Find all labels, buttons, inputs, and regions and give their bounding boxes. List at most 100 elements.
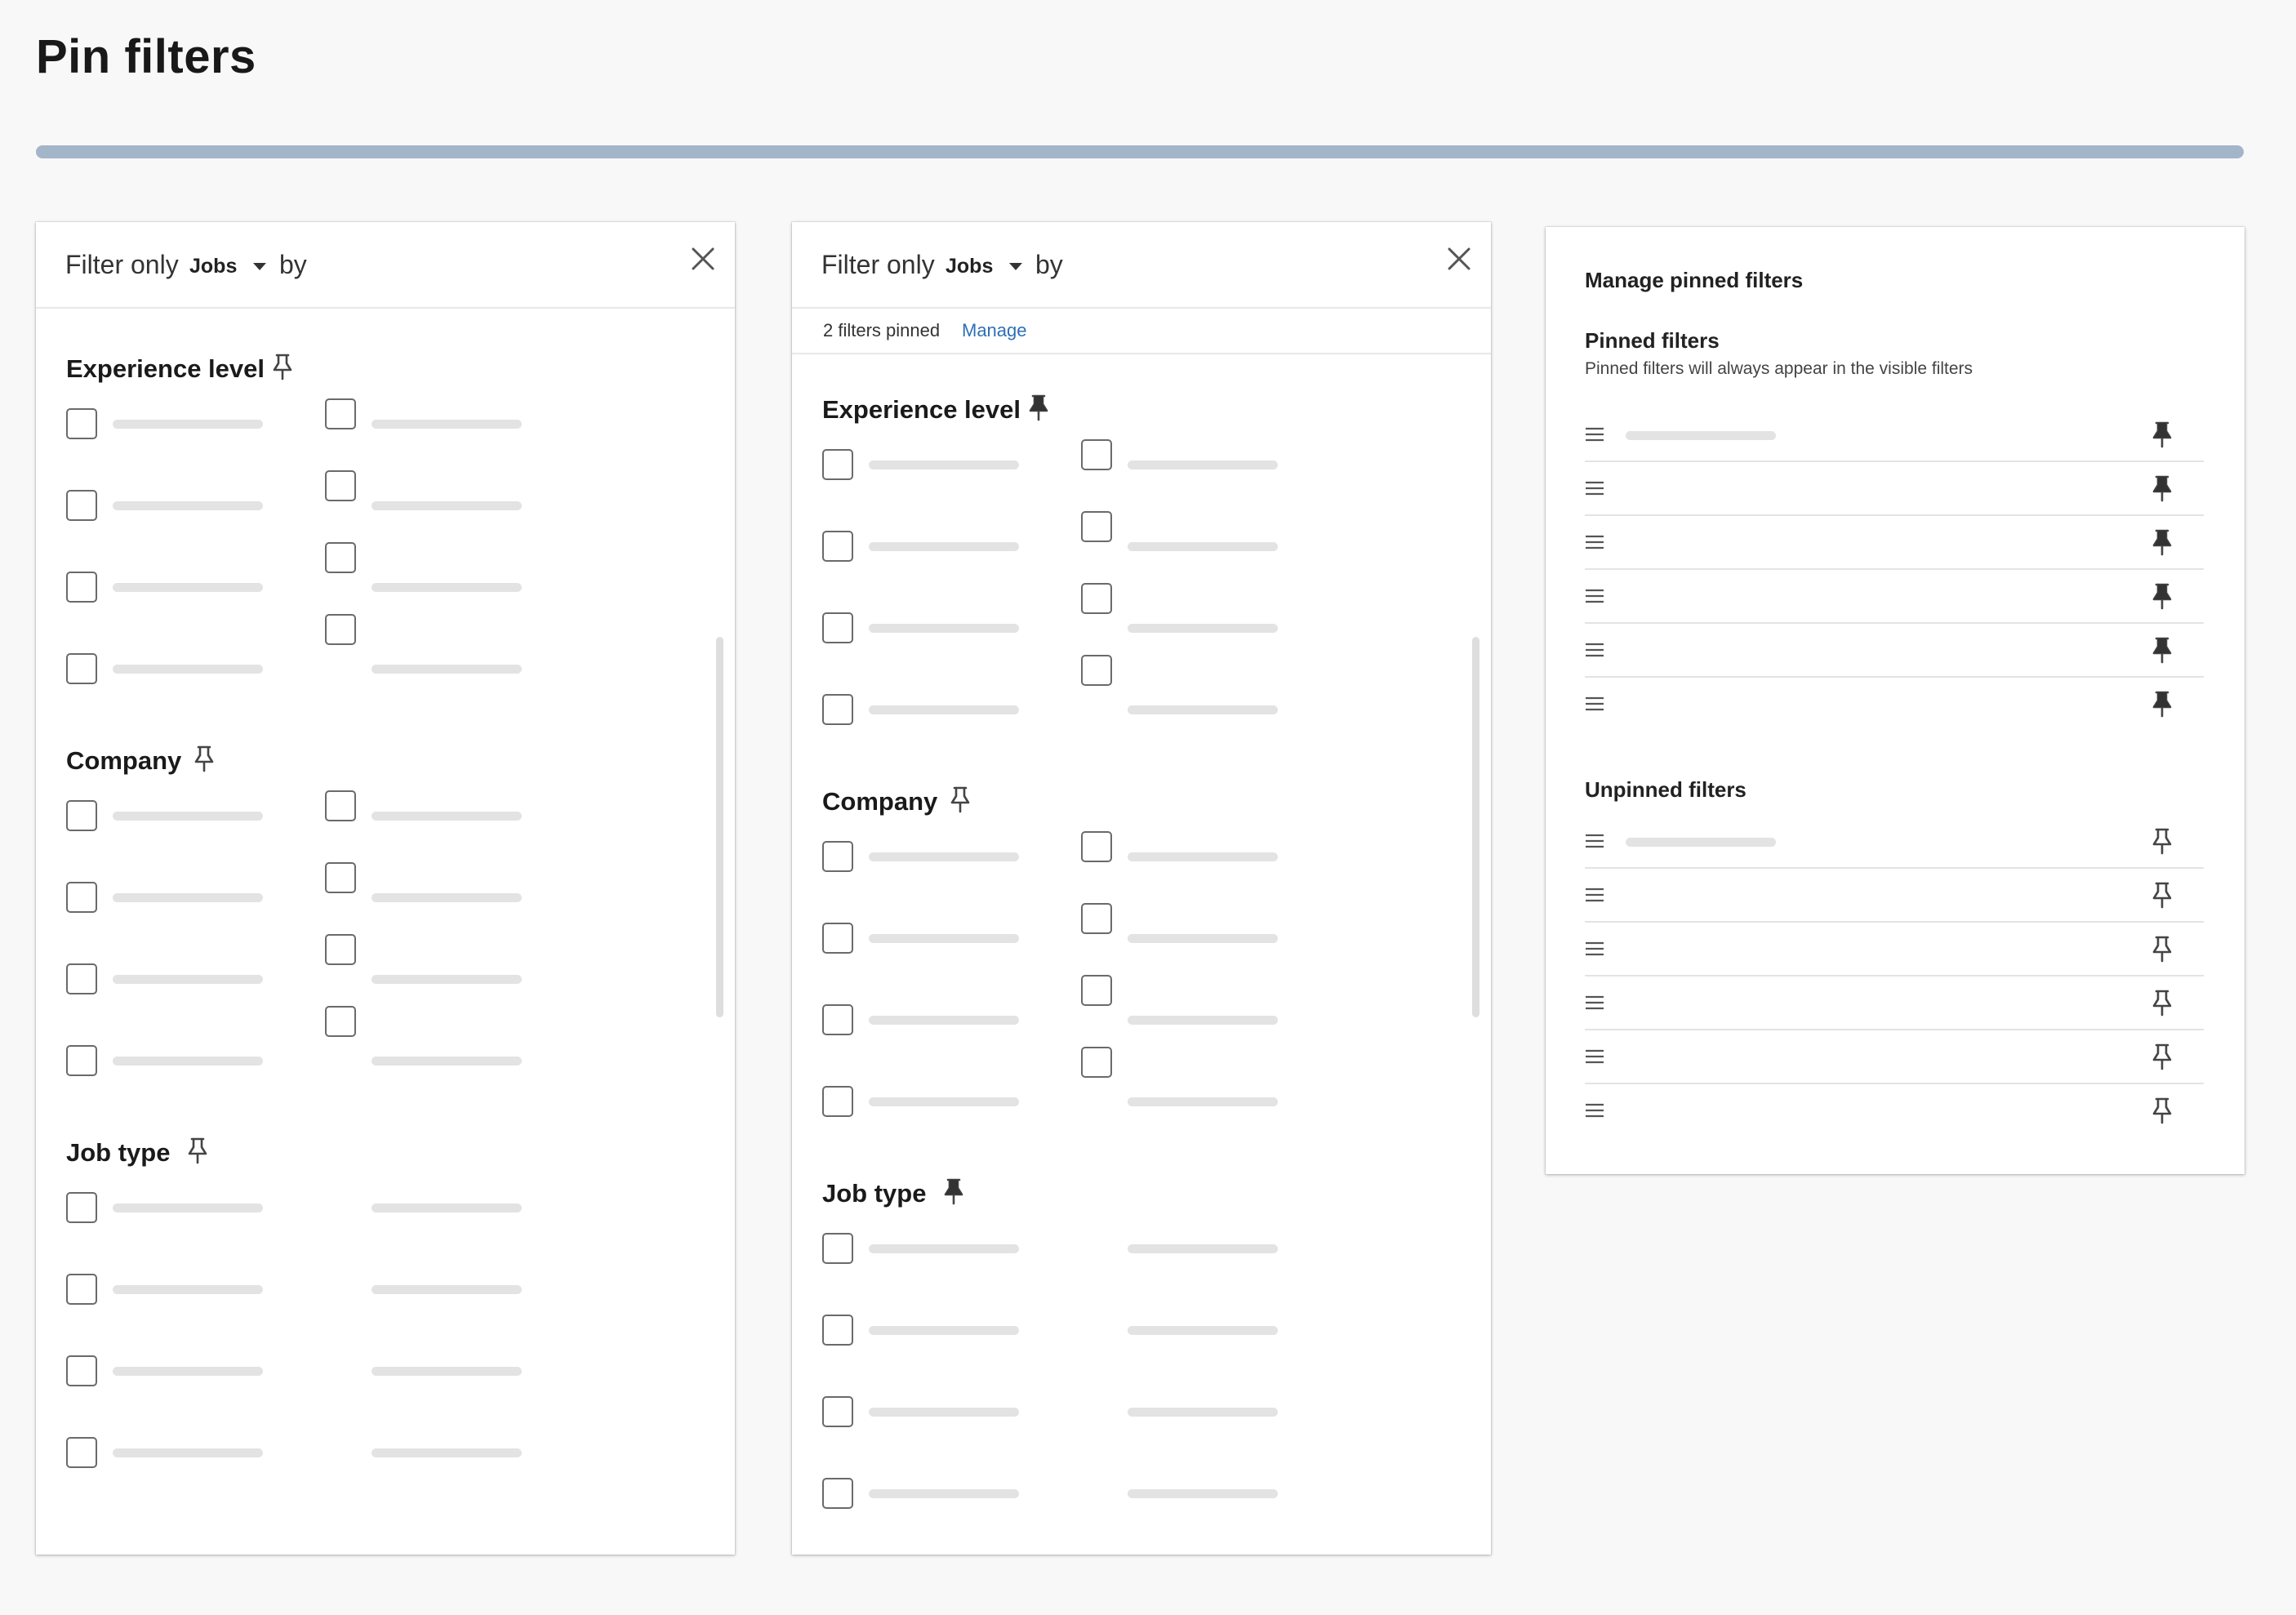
filter-name-placeholder — [1626, 431, 1776, 440]
filter-checkbox[interactable] — [822, 1478, 853, 1509]
drag-handle-icon[interactable] — [1585, 833, 1604, 849]
pin-outline-icon[interactable] — [2150, 934, 2174, 963]
filter-checkbox[interactable] — [822, 923, 853, 954]
unpinned-filter-row[interactable] — [1585, 1084, 2204, 1138]
filter-name-placeholder — [1626, 838, 1776, 847]
option-label-placeholder — [869, 1408, 1019, 1417]
pinned-filter-row[interactable] — [1585, 462, 2204, 516]
pin-filled-icon[interactable] — [2150, 527, 2174, 557]
drag-handle-icon[interactable] — [1585, 941, 1604, 957]
drag-handle-icon[interactable] — [1585, 696, 1604, 712]
pin-filled-icon[interactable] — [1026, 394, 1051, 421]
option-label-placeholder — [869, 1326, 1019, 1335]
pin-outline-icon[interactable] — [2150, 1096, 2174, 1125]
unpinned-filter-row[interactable] — [1585, 923, 2204, 977]
filter-checkbox[interactable] — [325, 398, 356, 429]
filter-checkbox[interactable] — [66, 1437, 97, 1468]
drag-handle-icon[interactable] — [1585, 642, 1604, 658]
filter-checkbox[interactable] — [66, 1192, 97, 1223]
drag-handle-icon[interactable] — [1585, 887, 1604, 903]
pin-filled-icon[interactable] — [941, 1177, 966, 1205]
filter-checkbox[interactable] — [325, 1006, 356, 1037]
close-icon[interactable] — [689, 245, 717, 273]
scrollbar-thumb[interactable] — [716, 637, 723, 1017]
section-title: Job type — [822, 1179, 927, 1208]
filter-checkbox[interactable] — [822, 1315, 853, 1346]
filter-checkbox[interactable] — [1081, 831, 1112, 862]
filter-checkbox[interactable] — [66, 1045, 97, 1076]
unpinned-filter-row[interactable] — [1585, 815, 2204, 869]
drag-handle-icon[interactable] — [1585, 534, 1604, 550]
pin-outline-icon[interactable] — [2150, 1042, 2174, 1071]
pin-filled-icon[interactable] — [2150, 689, 2174, 719]
pin-outline-icon[interactable] — [185, 1137, 210, 1164]
drag-handle-icon[interactable] — [1585, 588, 1604, 604]
filter-checkbox[interactable] — [822, 1004, 853, 1035]
filter-checkbox[interactable] — [1081, 1047, 1112, 1078]
filter-checkbox[interactable] — [66, 572, 97, 603]
unpinned-filter-row[interactable] — [1585, 869, 2204, 923]
pin-outline-icon[interactable] — [2150, 826, 2174, 856]
drag-handle-icon[interactable] — [1585, 426, 1604, 443]
pinned-filter-row[interactable] — [1585, 678, 2204, 732]
filter-checkbox[interactable] — [822, 449, 853, 480]
filter-checkbox[interactable] — [66, 408, 97, 439]
pinned-filter-row[interactable] — [1585, 516, 2204, 570]
filter-checkbox[interactable] — [1081, 975, 1112, 1006]
filter-checkbox[interactable] — [325, 934, 356, 965]
pin-filled-icon[interactable] — [2150, 420, 2174, 449]
pin-outline-icon[interactable] — [948, 785, 972, 813]
drag-handle-icon[interactable] — [1585, 1102, 1604, 1119]
filter-checkbox[interactable] — [822, 1396, 853, 1427]
filter-checkbox[interactable] — [822, 694, 853, 725]
filter-checkbox[interactable] — [822, 612, 853, 643]
drag-handle-icon[interactable] — [1585, 480, 1604, 496]
pinned-filter-row[interactable] — [1585, 570, 2204, 624]
pin-outline-icon[interactable] — [192, 745, 216, 772]
filter-checkbox[interactable] — [1081, 439, 1112, 470]
filter-checkbox[interactable] — [1081, 903, 1112, 934]
filter-checkbox[interactable] — [822, 841, 853, 872]
close-icon[interactable] — [1445, 245, 1473, 273]
unpinned-filter-row[interactable] — [1585, 1030, 2204, 1084]
pin-filled-icon[interactable] — [2150, 635, 2174, 665]
filter-checkbox[interactable] — [66, 653, 97, 684]
filter-checkbox[interactable] — [822, 1233, 853, 1264]
option-label-placeholder — [113, 975, 263, 984]
filter-checkbox[interactable] — [66, 1274, 97, 1305]
filter-checkbox[interactable] — [66, 963, 97, 994]
filter-checkbox[interactable] — [66, 800, 97, 831]
scrollbar-thumb[interactable] — [1472, 637, 1479, 1017]
unpinned-filter-row[interactable] — [1585, 977, 2204, 1030]
filter-checkbox[interactable] — [325, 542, 356, 573]
pin-filled-icon[interactable] — [2150, 474, 2174, 503]
pinned-filter-row[interactable] — [1585, 624, 2204, 678]
option-label-placeholder — [1128, 1097, 1278, 1106]
filter-checkbox[interactable] — [1081, 655, 1112, 686]
drag-handle-icon[interactable] — [1585, 994, 1604, 1011]
manage-link[interactable]: Manage — [962, 320, 1027, 341]
filter-checkbox[interactable] — [325, 862, 356, 893]
drag-handle-icon[interactable] — [1585, 1048, 1604, 1065]
filter-checkbox[interactable] — [822, 531, 853, 562]
filter-checkbox[interactable] — [325, 614, 356, 645]
filter-checkbox[interactable] — [66, 882, 97, 913]
entity-dropdown[interactable]: Jobs — [189, 255, 237, 278]
filter-checkbox[interactable] — [822, 1086, 853, 1117]
caret-down-icon[interactable] — [1009, 263, 1022, 270]
pinned-filter-row[interactable] — [1585, 408, 2204, 462]
filter-checkbox[interactable] — [66, 490, 97, 521]
pinned-heading: Pinned filters — [1585, 328, 1720, 353]
filter-checkbox[interactable] — [325, 790, 356, 821]
filter-checkbox[interactable] — [325, 470, 356, 501]
caret-down-icon[interactable] — [253, 263, 266, 270]
pin-outline-icon[interactable] — [2150, 988, 2174, 1017]
entity-dropdown[interactable]: Jobs — [946, 255, 993, 278]
pin-outline-icon[interactable] — [2150, 880, 2174, 910]
pin-outline-icon[interactable] — [270, 353, 295, 380]
pin-filled-icon[interactable] — [2150, 581, 2174, 611]
filter-checkbox[interactable] — [1081, 511, 1112, 542]
filter-checkbox[interactable] — [1081, 583, 1112, 614]
option-label-placeholder — [113, 665, 263, 674]
filter-checkbox[interactable] — [66, 1355, 97, 1386]
